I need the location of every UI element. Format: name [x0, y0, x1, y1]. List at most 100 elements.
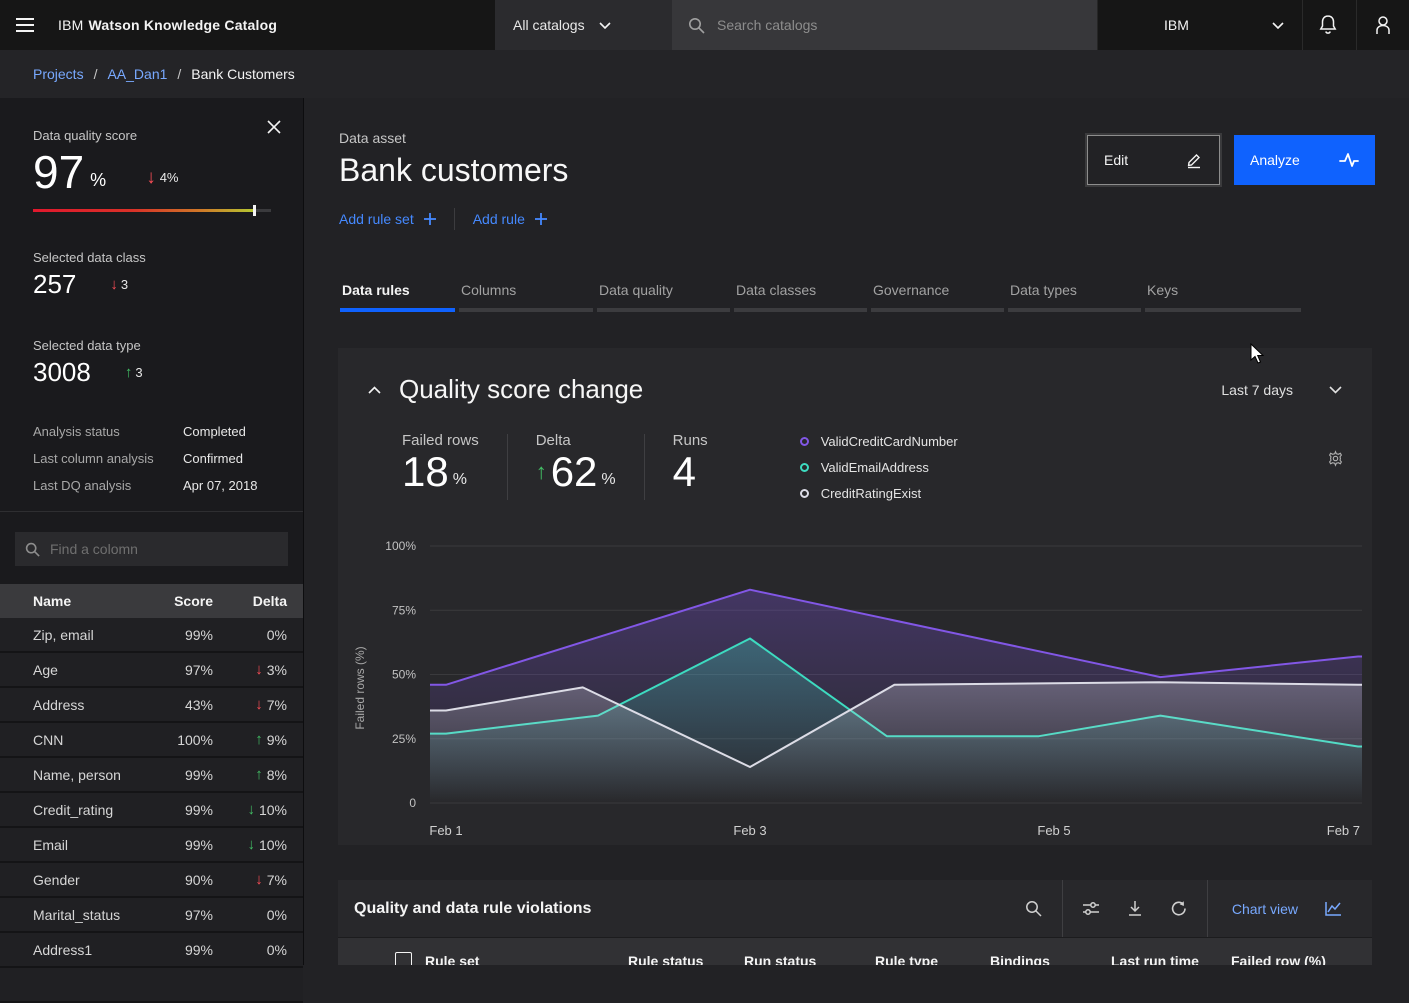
legend-item[interactable]: CreditRatingExist: [800, 486, 958, 501]
table-row[interactable]: Marital_status 97% 0%: [0, 898, 303, 933]
legend-item[interactable]: ValidCreditCardNumber: [800, 434, 958, 449]
legend-dot-icon: [800, 463, 809, 472]
brand-name: Watson Knowledge Catalog: [89, 17, 278, 33]
breadcrumb: Projects / AA_Dan1 / Bank Customers: [0, 50, 1409, 98]
column-name: Name, person: [33, 767, 155, 783]
data-type-value: 3008: [33, 357, 91, 388]
column-delta: 0%: [213, 627, 287, 643]
close-icon[interactable]: [267, 116, 289, 138]
breadcrumb-projects[interactable]: Projects: [33, 66, 84, 82]
arrow-down-icon: ↓: [255, 872, 263, 887]
column-name: Email: [33, 837, 155, 853]
chevron-down-icon: [599, 22, 611, 29]
menu-icon[interactable]: [0, 0, 50, 50]
column-name: Age: [33, 662, 155, 678]
y-tick-label: 50%: [392, 668, 416, 682]
chart-view-toggle[interactable]: Chart view: [1214, 901, 1356, 917]
tab-label: Data types: [1008, 278, 1141, 308]
x-tick-label: Feb 3: [733, 823, 766, 838]
reset-button[interactable]: [1157, 880, 1201, 937]
table-row-clipped[interactable]: [0, 968, 303, 1003]
breadcrumb-current-page: Bank Customers: [191, 66, 294, 82]
tab-data-quality[interactable]: Data quality: [597, 278, 730, 312]
column-header-delta: Delta: [213, 593, 287, 609]
failed-rows-line-chart: 100%75%50%25%0Failed rows (%)Feb 1Feb 3F…: [338, 538, 1372, 848]
analyze-button[interactable]: Analyze: [1234, 135, 1375, 185]
violations-column-header: Rule type: [875, 953, 938, 965]
tab-columns[interactable]: Columns: [459, 278, 593, 312]
time-range-selector[interactable]: Last 7 days: [1221, 382, 1342, 398]
column-search-input[interactable]: [50, 541, 278, 557]
table-row[interactable]: Gender 90% ↓7%: [0, 863, 303, 898]
table-row[interactable]: Address 43% ↓7%: [0, 688, 303, 723]
brand-prefix: IBM: [58, 17, 84, 33]
tab-data-classes[interactable]: Data classes: [734, 278, 867, 312]
tab-keys[interactable]: Keys: [1145, 278, 1301, 312]
stat-label: Runs: [673, 432, 708, 449]
columns-score-table: Name Score Delta Zip, email 99% 0% Age 9…: [0, 584, 303, 1003]
filter-button[interactable]: [1069, 880, 1113, 937]
tab-label: Data classes: [734, 278, 867, 308]
column-score: 97%: [155, 907, 213, 923]
column-delta: ↓3%: [213, 662, 287, 678]
chart-settings-button[interactable]: [1327, 450, 1344, 467]
chart-title: Quality score change: [399, 374, 643, 405]
table-row[interactable]: Zip, email 99% 0%: [0, 618, 303, 653]
table-row[interactable]: Age 97% ↓3%: [0, 653, 303, 688]
stat-runs: Runs 4: [673, 432, 708, 493]
table-row[interactable]: Email 99% ↓10%: [0, 828, 303, 863]
divider: [0, 511, 303, 512]
chevron-down-icon: [1272, 22, 1284, 29]
table-row[interactable]: CNN 100% ↑9%: [0, 723, 303, 758]
edit-button-label: Edit: [1104, 152, 1128, 168]
catalog-selector[interactable]: All catalogs: [495, 0, 672, 50]
stat-value: 18: [402, 451, 449, 493]
column-name: Zip, email: [33, 627, 155, 643]
account-selector[interactable]: IBM: [1097, 0, 1302, 50]
tab-governance[interactable]: Governance: [871, 278, 1004, 312]
tab-data-types[interactable]: Data types: [1008, 278, 1141, 312]
reset-icon: [1170, 900, 1187, 917]
column-header-name: Name: [33, 593, 155, 609]
add-actions: Add rule set Add rule: [339, 208, 547, 230]
select-all-checkbox[interactable]: [395, 952, 412, 965]
add-rule-set-link[interactable]: Add rule set: [339, 211, 436, 227]
status-row: Last DQ analysis Apr 07, 2018: [33, 478, 270, 493]
arrow-down-icon: ↓: [110, 277, 118, 292]
search-icon: [25, 542, 40, 557]
legend-label: CreditRatingExist: [821, 486, 921, 501]
search-input[interactable]: [717, 17, 1081, 33]
column-name: Gender: [33, 872, 155, 888]
chevron-down-icon: [1329, 386, 1342, 394]
table-row[interactable]: Name, person 99% ↑8%: [0, 758, 303, 793]
table-row[interactable]: Address1 99% 0%: [0, 933, 303, 968]
collapse-chevron-up-icon[interactable]: [368, 386, 381, 394]
column-delta: ↑8%: [213, 767, 287, 783]
gauge-marker: [253, 205, 256, 216]
tab-label: Data quality: [597, 278, 730, 308]
stat-label: Failed rows: [402, 432, 479, 449]
column-delta: 0%: [213, 907, 287, 923]
table-search-button[interactable]: [1012, 880, 1056, 937]
column-score: 97%: [155, 662, 213, 678]
breadcrumb-project-name[interactable]: AA_Dan1: [107, 66, 167, 82]
add-rule-link[interactable]: Add rule: [473, 211, 547, 227]
status-row: Analysis status Completed: [33, 424, 270, 439]
arrow-down-icon: ↓: [255, 697, 263, 712]
quality-score-label: Data quality score: [33, 128, 270, 143]
arrow-down-icon: ↓: [247, 837, 255, 852]
notifications-button[interactable]: [1302, 0, 1352, 50]
column-score: 99%: [155, 802, 213, 818]
data-class-label: Selected data class: [33, 250, 270, 265]
edit-button[interactable]: Edit: [1087, 135, 1220, 185]
arrow-down-icon: ↓: [255, 662, 263, 677]
user-profile-button[interactable]: [1356, 0, 1409, 50]
plus-icon: [535, 213, 547, 225]
legend-item[interactable]: ValidEmailAddress: [800, 460, 958, 475]
app-title: IBM Watson Knowledge Catalog: [50, 0, 277, 50]
arrow-up-icon: ↑: [536, 459, 547, 493]
tab-data-rules[interactable]: Data rules: [340, 278, 455, 312]
data-type-delta: 3: [135, 365, 142, 380]
download-button[interactable]: [1113, 880, 1157, 937]
table-row[interactable]: Credit_rating 99% ↓10%: [0, 793, 303, 828]
